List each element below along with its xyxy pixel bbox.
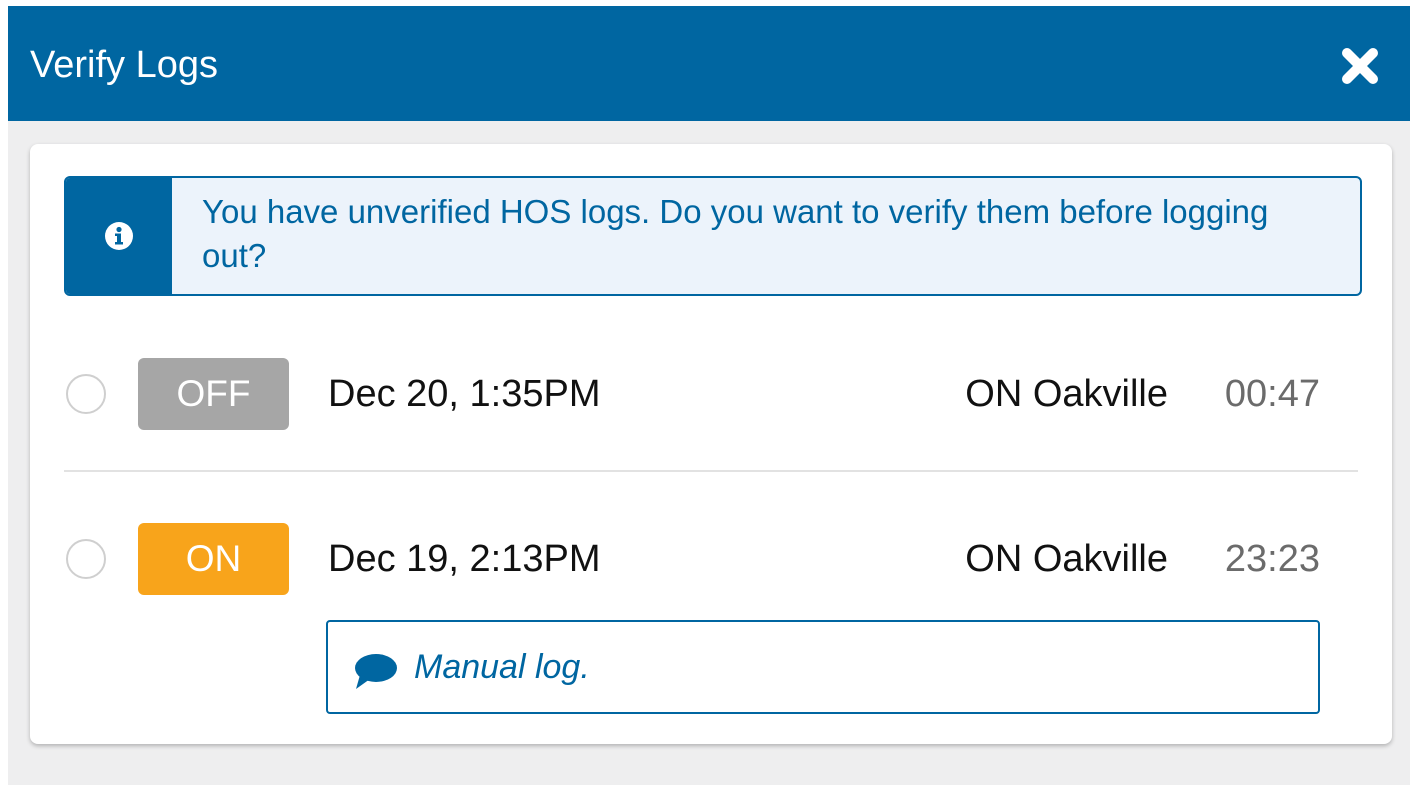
log-row: ON Dec 19, 2:13PM ON Oakville 23:23 <box>64 514 1358 604</box>
note-icon-wrap <box>352 651 398 691</box>
log-location: ON Oakville <box>965 538 1168 580</box>
info-icon <box>105 222 133 250</box>
log-row: OFF Dec 20, 1:35PM ON Oakville 00:47 <box>64 349 1358 439</box>
log-select-radio[interactable] <box>66 539 106 579</box>
dialog-header: Verify Logs <box>8 6 1410 121</box>
row-divider <box>64 470 1358 472</box>
close-button[interactable] <box>1338 44 1382 88</box>
alert-message: You have unverified HOS logs. Do you wan… <box>202 193 1269 274</box>
status-badge: ON <box>138 523 289 595</box>
close-x-icon <box>1342 48 1378 84</box>
unverified-logs-alert: You have unverified HOS logs. Do you wan… <box>64 176 1362 296</box>
log-date: Dec 19, 2:13PM <box>328 538 601 580</box>
log-note: Manual log. <box>326 620 1320 714</box>
dialog-title: Verify Logs <box>30 44 218 86</box>
status-badge: OFF <box>138 358 289 430</box>
log-date: Dec 20, 1:35PM <box>328 373 601 415</box>
log-duration: 00:47 <box>1224 373 1320 415</box>
log-select-radio[interactable] <box>66 374 106 414</box>
log-duration: 23:23 <box>1224 538 1320 580</box>
note-text: Manual log. <box>414 648 590 686</box>
verify-logs-dialog: Verify Logs You have unverified HOS logs… <box>8 6 1410 785</box>
alert-icon-box <box>66 178 172 294</box>
log-location: ON Oakville <box>965 373 1168 415</box>
logs-card: You have unverified HOS logs. Do you wan… <box>30 144 1392 744</box>
comment-icon <box>355 654 397 689</box>
